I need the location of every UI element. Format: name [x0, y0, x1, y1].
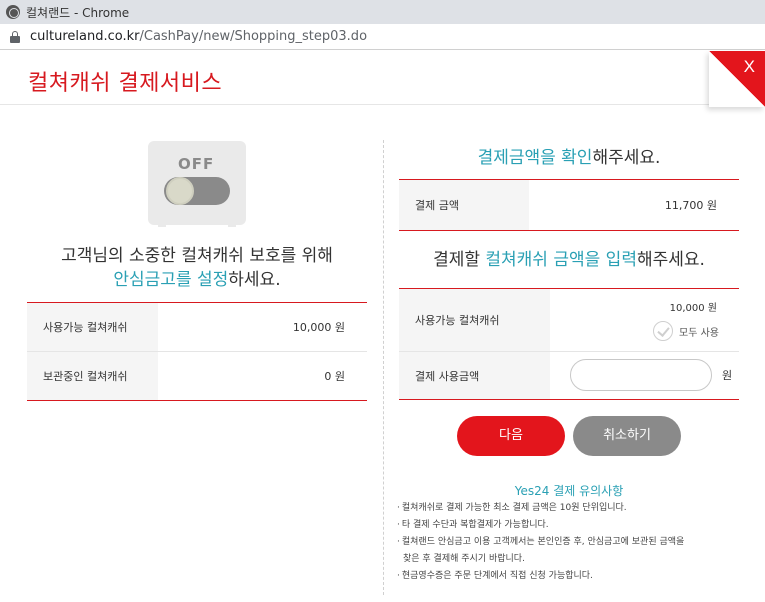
available-cash-value: 10,000 원: [669, 303, 717, 314]
payment-amount-table: 결제 금액 11,700 원: [399, 179, 739, 231]
protect-line2-rest: 하세요.: [228, 270, 281, 290]
available-cash-value: 10,000 원: [158, 302, 367, 352]
payment-amount-label: 결제 금액: [399, 179, 529, 231]
available-cash-cell: 10,000 원 모두 사용: [550, 288, 739, 352]
use-amount-label: 결제 사용금액: [399, 351, 550, 400]
list-item: 컬쳐캐쉬로 결제 가능한 최소 결제 금액은 10원 단위입니다.: [397, 500, 742, 517]
safe-toggle[interactable]: OFF: [148, 141, 246, 227]
safe-setup-highlight: 안심금고를 설정: [113, 270, 229, 290]
stored-cash-label: 보관중인 컬쳐캐쉬: [27, 351, 158, 401]
use-amount-input[interactable]: [570, 359, 712, 391]
list-item: 현금영수증은 주문 단계에서 직접 신청 가능합니다.: [397, 568, 742, 585]
column-divider: [383, 140, 384, 595]
list-item: 컬쳐랜드 안심금고 이용 고객께서는 본인인증 후, 안심금고에 보관된 금액을: [397, 534, 742, 551]
toggle-foot: [158, 223, 166, 227]
table-row: 사용가능 컬쳐캐쉬 10,000 원: [27, 302, 367, 352]
confirm-highlight-2: 확인: [561, 148, 593, 168]
list-item: 찾은 후 결제해 주시기 바랍니다.: [403, 554, 525, 564]
enter-rest: 해주세요.: [636, 250, 705, 270]
protect-message: 고객님의 소중한 컬쳐캐쉬 보호를 위해 안심금고를 설정하세요.: [27, 244, 367, 292]
url-host[interactable]: cultureland.co.kr: [30, 29, 139, 44]
balance-table: 사용가능 컬쳐캐쉬 10,000 원 보관중인 컬쳐캐쉬 0 원: [27, 302, 367, 401]
browser-titlebar: 컬쳐랜드 - Chrome: [0, 0, 765, 24]
confirm-amount-heading: 결제금액을 확인해주세요.: [399, 143, 739, 168]
use-amount-cell: 원: [550, 352, 739, 400]
next-button[interactable]: 다음: [457, 416, 565, 456]
confirm-highlight: 결제금액을: [477, 148, 556, 168]
window-title: 컬쳐랜드 - Chrome: [26, 5, 130, 20]
toggle-knob[interactable]: [166, 177, 194, 205]
cancel-button[interactable]: 취소하기: [573, 416, 681, 456]
stored-cash-value: 0 원: [324, 370, 345, 383]
list-item: 타 결제 수단과 복합결제가 가능합니다.: [397, 517, 742, 534]
use-all-checkbox[interactable]: 모두 사용: [653, 321, 719, 341]
url-path[interactable]: /CashPay/new/Shopping_step03.do: [139, 29, 367, 44]
payment-amount-value: 11,700 원: [664, 199, 717, 212]
protect-line2: 안심금고를 설정하세요.: [27, 268, 367, 292]
won-unit: 원: [722, 369, 733, 382]
toggle-foot: [228, 223, 236, 227]
table-row: 사용가능 컬쳐캐쉬 10,000 원 모두 사용: [399, 288, 739, 352]
enter-prefix: 결제할: [433, 250, 480, 270]
close-icon[interactable]: X: [744, 57, 755, 77]
page-title: 컬쳐캐쉬 결제서비스: [28, 71, 223, 96]
close-button[interactable]: X: [709, 51, 765, 107]
table-row: 결제 사용금액 원: [399, 351, 739, 400]
enter-highlight: 컬쳐캐쉬 금액을 입력: [485, 250, 637, 270]
chrome-page-icon: [6, 5, 20, 19]
toggle-off-label: OFF: [178, 155, 215, 173]
confirm-rest: 해주세요.: [592, 148, 661, 168]
table-row: 보관중인 컬쳐캐쉬 0 원: [27, 351, 367, 401]
check-icon[interactable]: [653, 321, 674, 341]
notice-list: 컬쳐캐쉬로 결제 가능한 최소 결제 금액은 10원 단위입니다. 타 결제 수…: [397, 500, 742, 585]
table-row: 결제 금액 11,700 원: [399, 179, 739, 231]
available-cash-label: 사용가능 컬쳐캐쉬: [27, 302, 158, 352]
available-cash-label: 사용가능 컬쳐캐쉬: [399, 288, 550, 352]
notice-title: Yes24 결제 유의사항: [514, 484, 624, 498]
protect-line1: 고객님의 소중한 컬쳐캐쉬 보호를 위해: [61, 246, 333, 266]
lock-icon[interactable]: [10, 30, 20, 43]
cash-usage-table: 사용가능 컬쳐캐쉬 10,000 원 모두 사용 결제 사용금액 원: [399, 288, 739, 400]
use-all-label[interactable]: 모두 사용: [679, 324, 719, 339]
enter-amount-heading: 결제할 컬쳐캐쉬 금액을 입력해주세요.: [399, 245, 739, 270]
page-header: 컬쳐캐쉬 결제서비스 X: [0, 51, 765, 107]
address-bar[interactable]: cultureland.co.kr/CashPay/new/Shopping_s…: [0, 24, 765, 50]
